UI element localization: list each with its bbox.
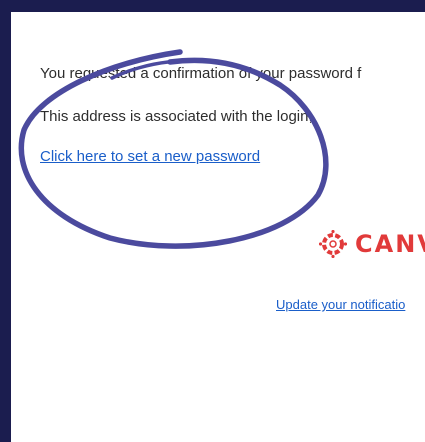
intro-text: You requested a confirmation of your pas… <box>40 65 362 82</box>
canvas-logo-icon <box>319 230 347 258</box>
update-notifications-link[interactable]: Update your notificatio <box>276 297 405 312</box>
canvas-logo: CANV <box>319 230 425 258</box>
set-new-password-link[interactable]: Click here to set a new password <box>40 148 260 165</box>
canvas-logo-text: CANV <box>355 230 425 258</box>
email-body: You requested a confirmation of your pas… <box>11 12 425 442</box>
association-text: This address is associated with the logi… <box>40 108 313 125</box>
